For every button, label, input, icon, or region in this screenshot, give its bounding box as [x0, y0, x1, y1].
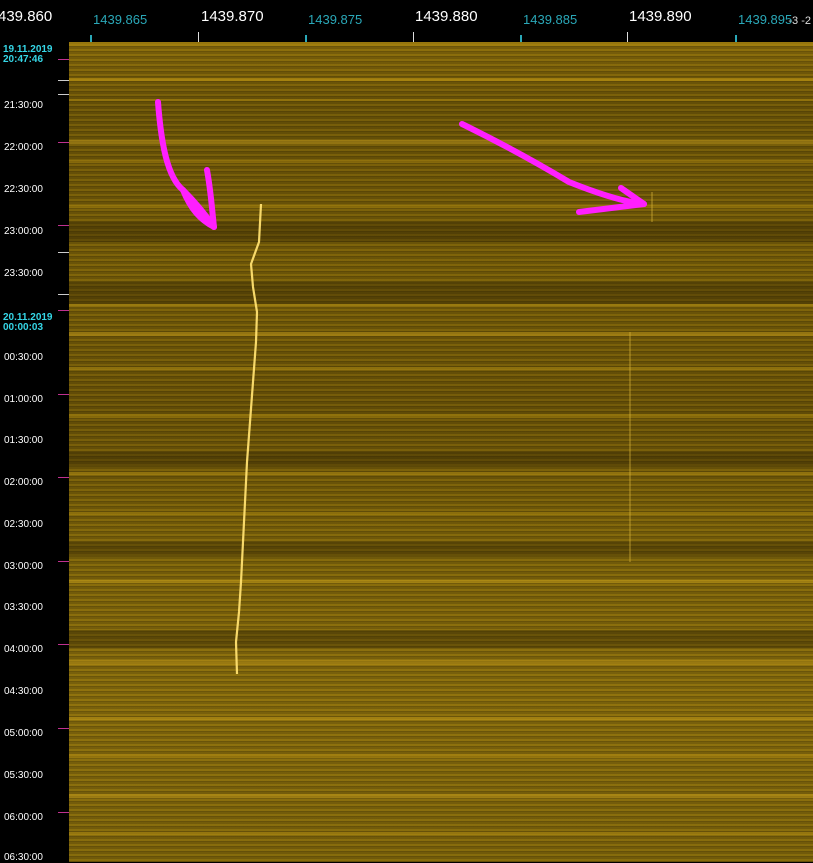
pink-arrow-icon [155, 99, 217, 230]
time-label: 23:30:00 [4, 268, 43, 279]
freq-tick [735, 35, 737, 42]
time-tick [58, 561, 69, 562]
time-tick [58, 310, 69, 311]
time-label: 03:30:00 [4, 602, 43, 613]
time-tick [58, 394, 69, 395]
time-label: 02:00:00 [4, 477, 43, 488]
time-label: 04:30:00 [4, 686, 43, 697]
scale-label: -3 -2 [788, 15, 811, 27]
time-label: 21:30:00 [4, 100, 43, 111]
time-tick [58, 477, 69, 478]
freq-tick [198, 32, 199, 42]
time-tick [58, 252, 69, 253]
time-label: 23:00:00 [4, 226, 43, 237]
time-axis: 19.11.2019 20:47:46 20.11.2019 00:00:03 … [0, 42, 69, 863]
freq-major-label: 1439.870 [201, 8, 264, 25]
freq-major-label: 1439.880 [415, 8, 478, 25]
freq-tick [305, 35, 307, 42]
freq-major-label: 439.860 [0, 8, 53, 25]
waterfall-display[interactable] [69, 42, 813, 862]
time-label: 02:30:00 [4, 519, 43, 530]
freq-minor-label: 1439.885 [523, 12, 578, 27]
time-tick [58, 812, 69, 813]
time-label: 01:00:00 [4, 394, 43, 405]
time-label: 22:00:00 [4, 142, 43, 153]
time-text: 20:47:46 [3, 54, 44, 65]
freq-minor-label: 1439.895 [738, 12, 793, 27]
faint-carrier-trace [629, 192, 653, 562]
pink-arrow-icon [459, 121, 647, 215]
freq-minor-label: 1439.865 [93, 12, 148, 27]
time-label: 04:00:00 [4, 644, 43, 655]
time-tick [58, 80, 69, 81]
time-label: 00:30:00 [4, 352, 43, 363]
time-tick [58, 728, 69, 729]
time-text: 00:00:03 [3, 322, 44, 333]
time-tick [58, 644, 69, 645]
freq-tick [627, 32, 628, 42]
time-label: 22:30:00 [4, 184, 43, 195]
frequency-axis: 439.860 1439.870 1439.880 1439.890 1439.… [0, 0, 813, 42]
time-tick [58, 142, 69, 143]
time-label: 05:30:00 [4, 770, 43, 781]
freq-tick [520, 35, 522, 42]
freq-tick [413, 32, 414, 42]
time-label: 01:30:00 [4, 435, 43, 446]
time-label: 06:30:00 [4, 852, 43, 863]
waterfall-overlay [69, 42, 813, 835]
dark-bands [69, 222, 813, 648]
noise-bands [69, 42, 813, 835]
time-tick [58, 294, 69, 295]
time-label: 05:00:00 [4, 728, 43, 739]
time-label: 06:00:00 [4, 812, 43, 823]
time-tick [58, 225, 69, 226]
freq-tick [90, 35, 92, 42]
time-tick [58, 94, 69, 95]
freq-major-label: 1439.890 [629, 8, 692, 25]
drifting-signal-trace [234, 203, 263, 675]
next-date-label: 20.11.2019 00:00:03 [3, 313, 53, 333]
time-label: 03:00:00 [4, 561, 43, 572]
time-tick [58, 59, 69, 60]
start-date-label: 19.11.2019 20:47:46 [3, 45, 53, 65]
freq-minor-label: 1439.875 [308, 12, 363, 27]
